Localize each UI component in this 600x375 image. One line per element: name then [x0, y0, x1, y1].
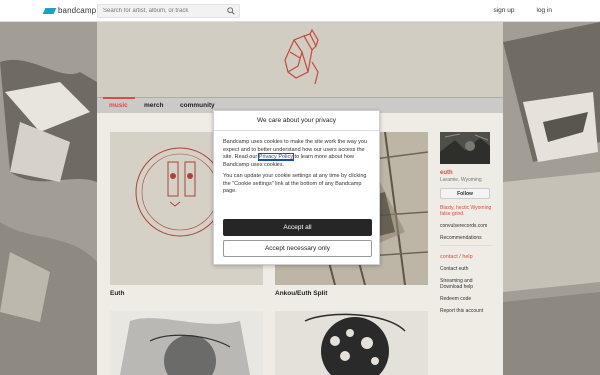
album-card[interactable] [275, 311, 428, 375]
band-bio: Blasty, hectic Wyoming false grind. [440, 205, 492, 217]
cookie-settings-text: You can update your cookie settings at a… [223, 173, 367, 194]
bandcamp-logo-icon [42, 7, 57, 14]
search-icon[interactable] [227, 7, 235, 15]
band-logo-image [284, 28, 319, 85]
tab-community[interactable]: community [180, 102, 215, 109]
follow-button[interactable]: Follow [440, 188, 490, 199]
search-box [97, 4, 240, 18]
background-art-left [0, 22, 97, 375]
band-photo[interactable] [440, 132, 490, 164]
bandcamp-logo[interactable]: bandcamp [42, 6, 97, 15]
album-card[interactable] [110, 311, 263, 375]
streaming-help-link[interactable]: Streaming and Download help [440, 278, 492, 290]
sidebar-divider [440, 245, 492, 246]
active-tab-indicator [103, 97, 135, 99]
signup-link[interactable]: sign up [493, 7, 514, 14]
recommendations-link[interactable]: Recommendations [440, 235, 492, 241]
contact-band-link[interactable]: Contact euth [440, 266, 492, 272]
report-account-link[interactable]: Report this account [440, 308, 492, 314]
privacy-policy-link[interactable]: Privacy Policy [257, 153, 295, 161]
accept-all-button[interactable]: Accept all [223, 219, 372, 236]
dialog-body: Bandcamp uses cookies to make the site w… [214, 131, 379, 196]
album-title[interactable]: Euth [110, 290, 263, 297]
album-cover[interactable] [275, 311, 428, 375]
login-link[interactable]: log in [536, 7, 552, 14]
band-location: Laramie, Wyoming [440, 177, 482, 183]
redeem-code-link[interactable]: Redeem code [440, 296, 492, 302]
accept-necessary-button[interactable]: Accept necessary only [223, 240, 372, 257]
band-name[interactable]: euth [440, 170, 492, 176]
logo-text: bandcamp [58, 6, 97, 15]
top-bar: bandcamp sign up log in [0, 0, 600, 22]
band-sidebar: euth Laramie, Wyoming Follow Blasty, hec… [440, 132, 492, 314]
cookie-info-text: Bandcamp uses cookies to make the site w… [223, 139, 370, 169]
background-art-right [503, 22, 600, 375]
band-header [97, 22, 503, 97]
cookie-consent-dialog: We care about your privacy Bandcamp uses… [213, 110, 380, 265]
search-input[interactable] [98, 5, 223, 17]
contact-help-heading: contact / help [440, 254, 473, 260]
dialog-title: We care about your privacy [214, 111, 379, 131]
album-title[interactable]: Ankou/Euth Split [275, 290, 428, 297]
tab-merch[interactable]: merch [144, 102, 164, 109]
tab-music[interactable]: music [109, 102, 128, 109]
band-website-link[interactable]: convulserecords.com [440, 223, 492, 229]
album-cover[interactable] [110, 311, 263, 375]
